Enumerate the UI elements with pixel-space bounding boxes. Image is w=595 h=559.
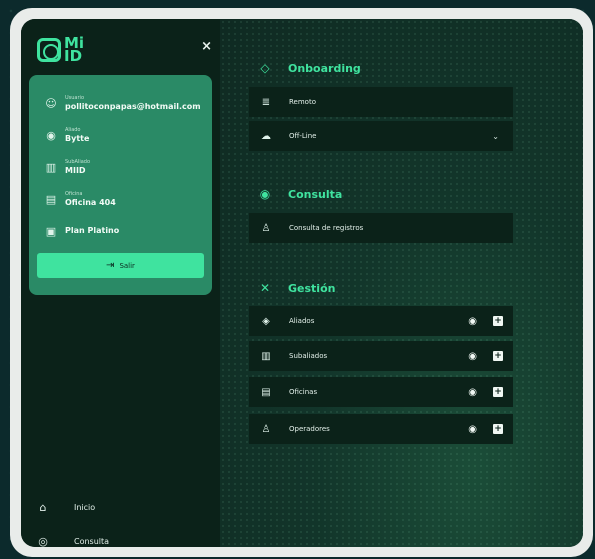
- view-icon[interactable]: ◉: [468, 387, 477, 398]
- section-onboarding-title: ◇ Onboarding: [258, 61, 361, 75]
- field-value: MIID: [65, 165, 86, 175]
- view-icon[interactable]: ◉: [468, 351, 477, 362]
- menu-item-aliados[interactable]: ◈ Aliados ◉ +: [249, 306, 513, 336]
- section-gestion-title: ✕ Gestión: [258, 281, 336, 295]
- nav-item-inicio[interactable]: ⌂ Inicio: [37, 501, 96, 514]
- section-title-text: Onboarding: [288, 61, 361, 75]
- tablet-frame: Mi ID × ☺ Usuario pollitoconpapas@hotmai…: [10, 8, 593, 557]
- field-label: Oficina: [65, 190, 83, 197]
- menu-item-operadores[interactable]: ♙ Operadores ◉ +: [249, 414, 513, 444]
- user-icon: ♙: [261, 222, 271, 234]
- home-icon: ⌂: [39, 501, 47, 514]
- section-consulta-title: ◉ Consulta: [258, 187, 343, 201]
- sidebar: Mi ID × ☺ Usuario pollitoconpapas@hotmai…: [21, 19, 220, 547]
- tools-icon: ✕: [259, 281, 271, 295]
- cloud-off-icon: ☁: [261, 130, 271, 142]
- eye-icon: ◎: [38, 535, 48, 547]
- user-field-oficina: ▤ Oficina Oficina 404: [37, 183, 204, 215]
- add-icon[interactable]: +: [493, 387, 503, 397]
- menu-item-subaliados[interactable]: ▥ Subaliados ◉ +: [249, 341, 513, 371]
- store-icon: ▤: [261, 386, 271, 398]
- card-icon: ▣: [45, 224, 57, 238]
- add-icon[interactable]: +: [493, 424, 503, 434]
- remote-icon: ≣: [261, 96, 271, 108]
- tag-icon: ◇: [260, 61, 270, 75]
- field-value: pollitoconpapas@hotmail.com: [65, 101, 201, 111]
- logo-text: Mi ID: [64, 34, 85, 65]
- menu-item-off-line[interactable]: ☁ Off-Line ⌄: [249, 121, 513, 151]
- chevron-down-icon[interactable]: ⌄: [492, 132, 499, 141]
- main-panel: ◇ Onboarding ≣ Remoto ☁ Off-Line ⌄ ◉ Con…: [220, 19, 583, 547]
- menu-item-label: Oficinas: [289, 388, 318, 396]
- menu-item-label: Off-Line: [289, 132, 317, 140]
- menu-item-label: Aliados: [289, 317, 315, 325]
- badge-icon: ◈: [262, 315, 270, 327]
- user-icon: ♙: [261, 423, 271, 435]
- view-icon[interactable]: ◉: [468, 424, 477, 435]
- logo: Mi ID: [37, 34, 88, 65]
- user-circle-icon: ☺: [45, 96, 57, 110]
- close-sidebar-button[interactable]: ×: [201, 39, 212, 54]
- add-icon[interactable]: +: [493, 316, 503, 326]
- user-field-plan: ▣ Plan Platino: [37, 215, 204, 247]
- menu-item-label: Subaliados: [289, 352, 328, 360]
- menu-item-label: Remoto: [289, 98, 316, 106]
- logout-icon: ⇥: [106, 260, 115, 271]
- app-screen: Mi ID × ☺ Usuario pollitoconpapas@hotmai…: [21, 19, 583, 547]
- field-value: Oficina 404: [65, 197, 116, 207]
- nav-label: Inicio: [74, 503, 96, 512]
- add-icon[interactable]: +: [493, 351, 503, 361]
- menu-item-consulta-registros[interactable]: ♙ Consulta de registros: [249, 213, 513, 243]
- field-value: Plan Platino: [65, 226, 120, 235]
- globe-icon: ◉: [46, 128, 56, 142]
- building-icon: ▥: [45, 160, 57, 174]
- menu-item-oficinas[interactable]: ▤ Oficinas ◉ +: [249, 377, 513, 407]
- logout-label: Salir: [119, 261, 135, 270]
- eye-icon: ◉: [259, 187, 271, 201]
- nav-label: Consulta: [74, 537, 110, 546]
- user-field-aliado: ◉ Aliado Bytte: [37, 119, 204, 151]
- store-icon: ▤: [45, 192, 57, 206]
- logout-button[interactable]: ⇥ Salir: [37, 253, 204, 278]
- user-field-usuario: ☺ Usuario pollitoconpapas@hotmail.com: [37, 87, 204, 119]
- section-title-text: Consulta: [288, 187, 343, 201]
- field-value: Bytte: [65, 133, 90, 143]
- logo-icon: [37, 38, 61, 62]
- field-label: Usuario: [65, 94, 85, 101]
- user-info-card: ☺ Usuario pollitoconpapas@hotmail.com ◉ …: [29, 75, 212, 295]
- building-icon: ▥: [261, 350, 271, 362]
- section-title-text: Gestión: [288, 281, 336, 295]
- menu-item-remoto[interactable]: ≣ Remoto: [249, 87, 513, 117]
- nav-item-consulta[interactable]: ◎ Consulta: [37, 535, 109, 547]
- view-icon[interactable]: ◉: [468, 316, 477, 327]
- field-label: Aliado: [65, 126, 81, 133]
- menu-item-label: Consulta de registros: [289, 224, 364, 232]
- user-field-subaliado: ▥ SubAliado MIID: [37, 151, 204, 183]
- menu-item-label: Operadores: [289, 425, 330, 433]
- field-label: SubAliado: [65, 158, 91, 165]
